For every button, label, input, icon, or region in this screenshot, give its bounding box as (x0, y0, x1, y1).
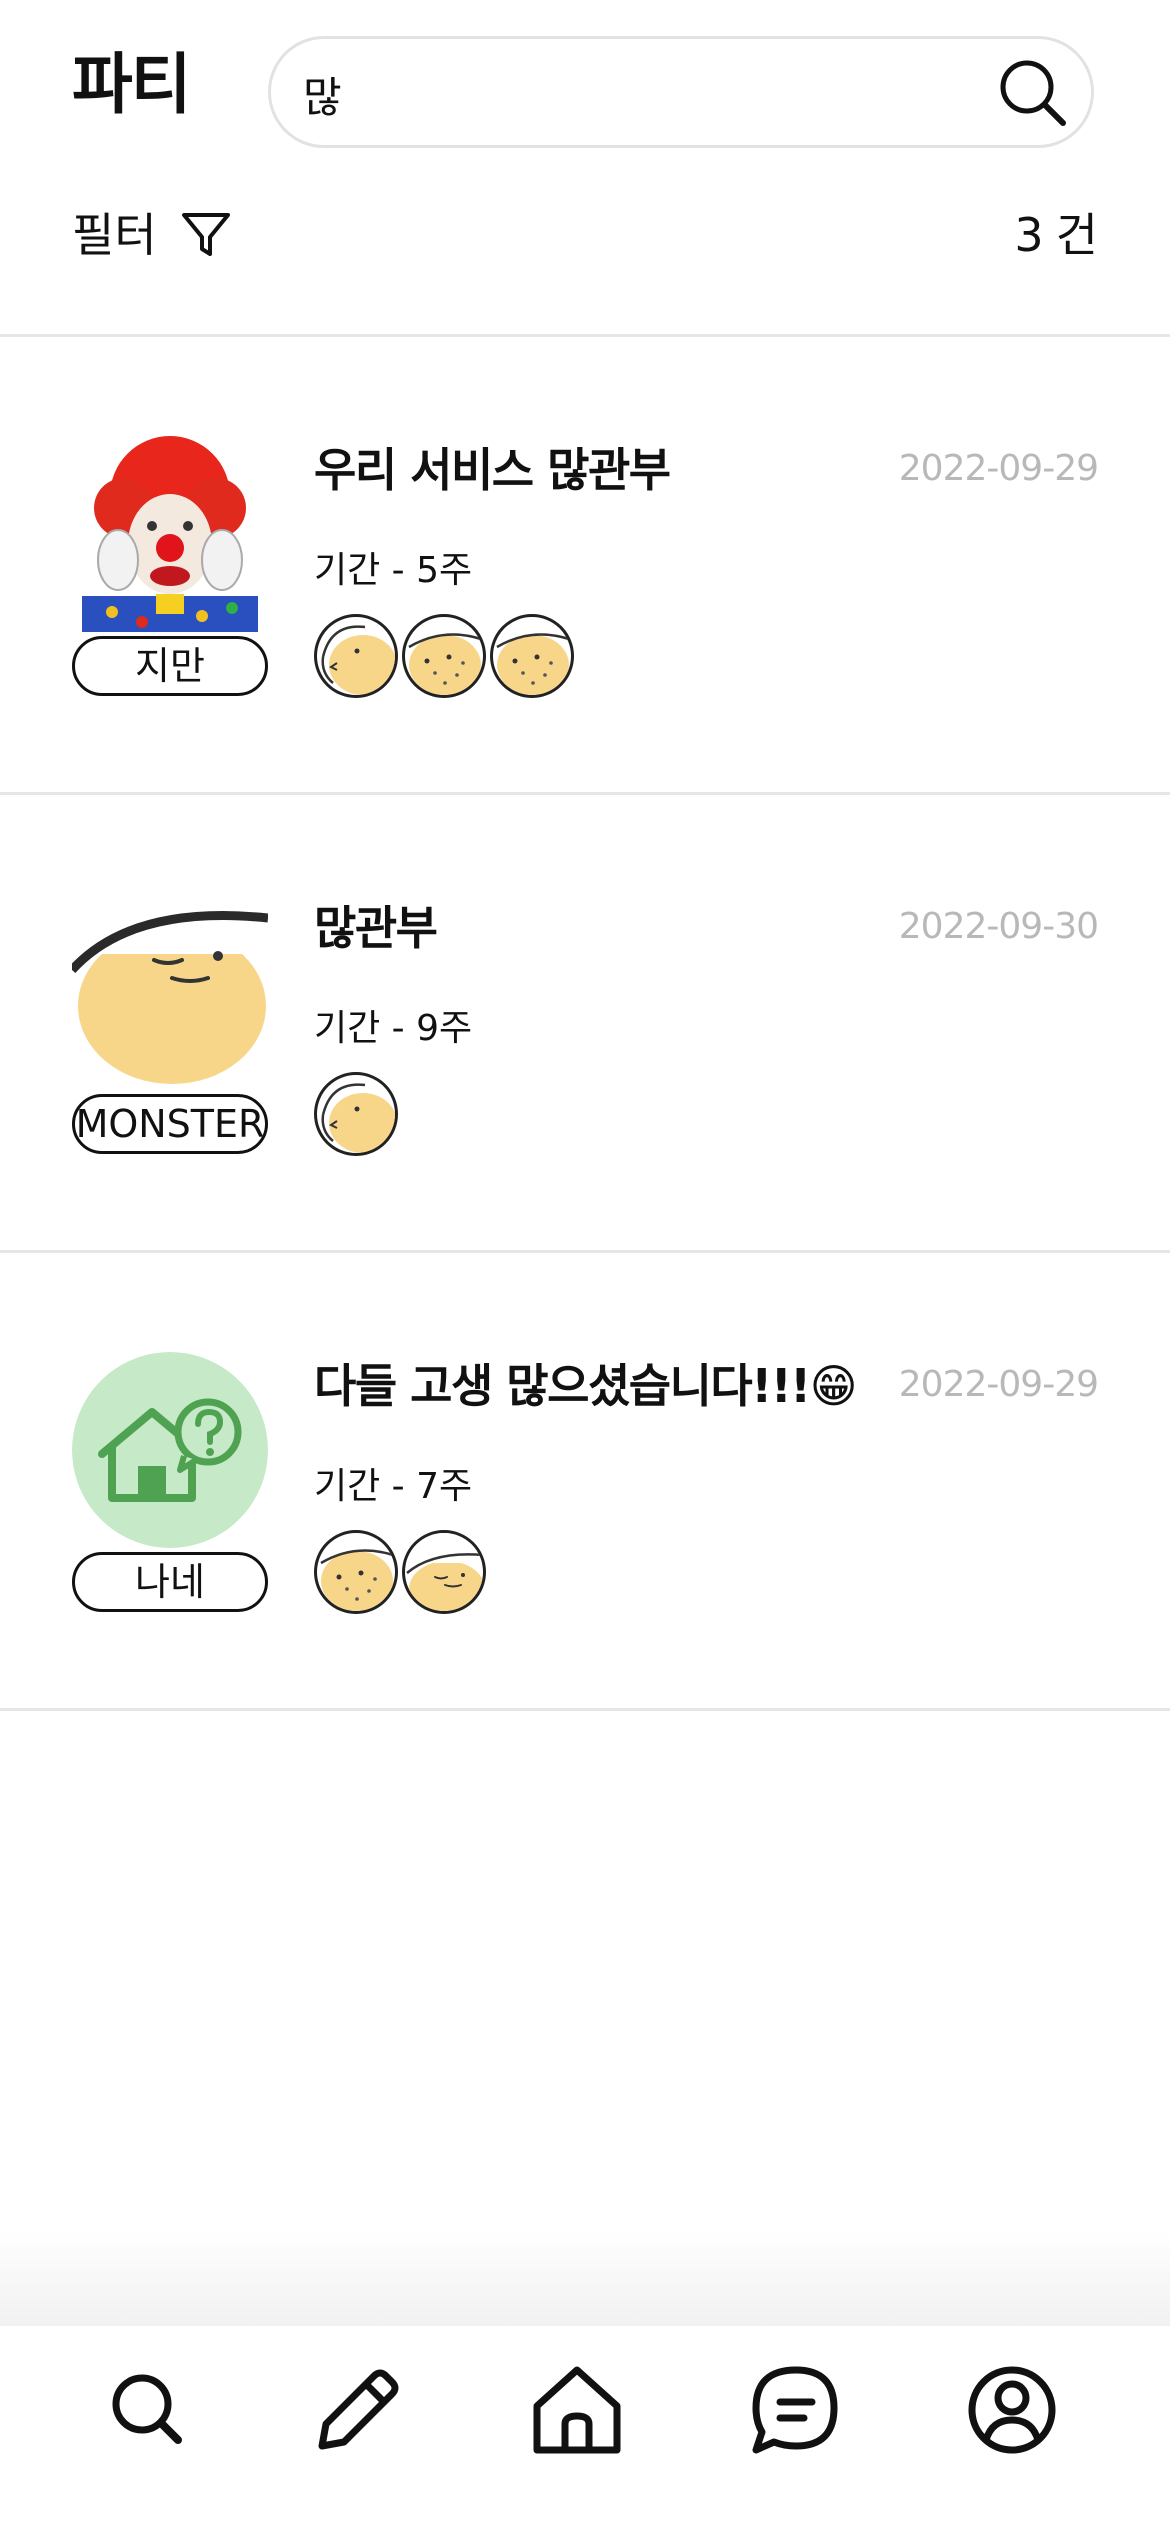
member-avatars (314, 614, 574, 698)
page-title: 파티 (72, 46, 191, 123)
filter-label: 필터 (72, 208, 157, 262)
profile-icon (968, 2366, 1056, 2454)
party-card[interactable]: MONSTER 많관부 2022-09-30 기간 - 9주 (0, 794, 1170, 1250)
party-date: 2022-09-29 (898, 1364, 1099, 1405)
search-icon (112, 2374, 182, 2444)
chat-icon (752, 2366, 838, 2454)
result-count: 3건 (1014, 200, 1098, 270)
member-avatar-potato (314, 1530, 398, 1614)
party-period: 기간 - 7주 (314, 1466, 473, 1507)
party-title: 다들 고생 많으셨습니다!!!😁 (314, 1359, 858, 1413)
home-icon (533, 2366, 621, 2454)
party-period: 기간 - 9주 (314, 1008, 473, 1049)
party-thumbnail-house (72, 1352, 268, 1548)
member-avatar-chick (314, 1072, 398, 1156)
house-question-icon (72, 1352, 268, 1548)
result-count-value: 3 (1014, 208, 1044, 262)
nav-search[interactable] (98, 2360, 198, 2460)
filter-button[interactable]: 필터 (72, 200, 233, 270)
nav-chat[interactable] (746, 2360, 846, 2460)
owner-badge: 지만 (72, 636, 268, 696)
divider (0, 1708, 1170, 1711)
party-period: 기간 - 5주 (314, 550, 473, 591)
header: 파티 필터 3건 (0, 0, 1170, 336)
party-date: 2022-09-30 (898, 906, 1099, 947)
nav-home[interactable] (527, 2360, 627, 2460)
party-title: 우리 서비스 많관부 (314, 443, 671, 497)
party-thumbnail-potato (72, 894, 268, 1090)
member-avatar-potato (402, 614, 486, 698)
member-avatar-potato-face (402, 1530, 486, 1614)
result-count-unit: 건 (1055, 208, 1098, 262)
bottom-nav (0, 2326, 1170, 2532)
party-title: 많관부 (314, 901, 438, 955)
search-icon (1000, 60, 1066, 126)
member-avatar-potato (490, 614, 574, 698)
nav-write[interactable] (308, 2360, 408, 2460)
member-avatar-chick (314, 614, 398, 698)
search-button[interactable] (993, 53, 1071, 131)
member-avatars (314, 1530, 486, 1614)
party-date: 2022-09-29 (898, 448, 1099, 489)
party-card[interactable]: 나네 다들 고생 많으셨습니다!!!😁 2022-09-29 기간 - 7주 (0, 1252, 1170, 1708)
bottom-nav-shadow (0, 2230, 1170, 2326)
filter-icon (181, 213, 230, 256)
search-box[interactable] (268, 36, 1094, 148)
member-avatars (314, 1072, 398, 1156)
party-thumbnail-clown (72, 436, 268, 632)
owner-badge: 나네 (72, 1552, 268, 1612)
party-card[interactable]: 지만 우리 서비스 많관부 2022-09-29 기간 - 5주 (0, 336, 1170, 792)
search-input[interactable] (301, 57, 985, 131)
nav-profile[interactable] (962, 2360, 1062, 2460)
owner-badge: MONSTER (72, 1094, 268, 1154)
pencil-icon (318, 2369, 399, 2450)
